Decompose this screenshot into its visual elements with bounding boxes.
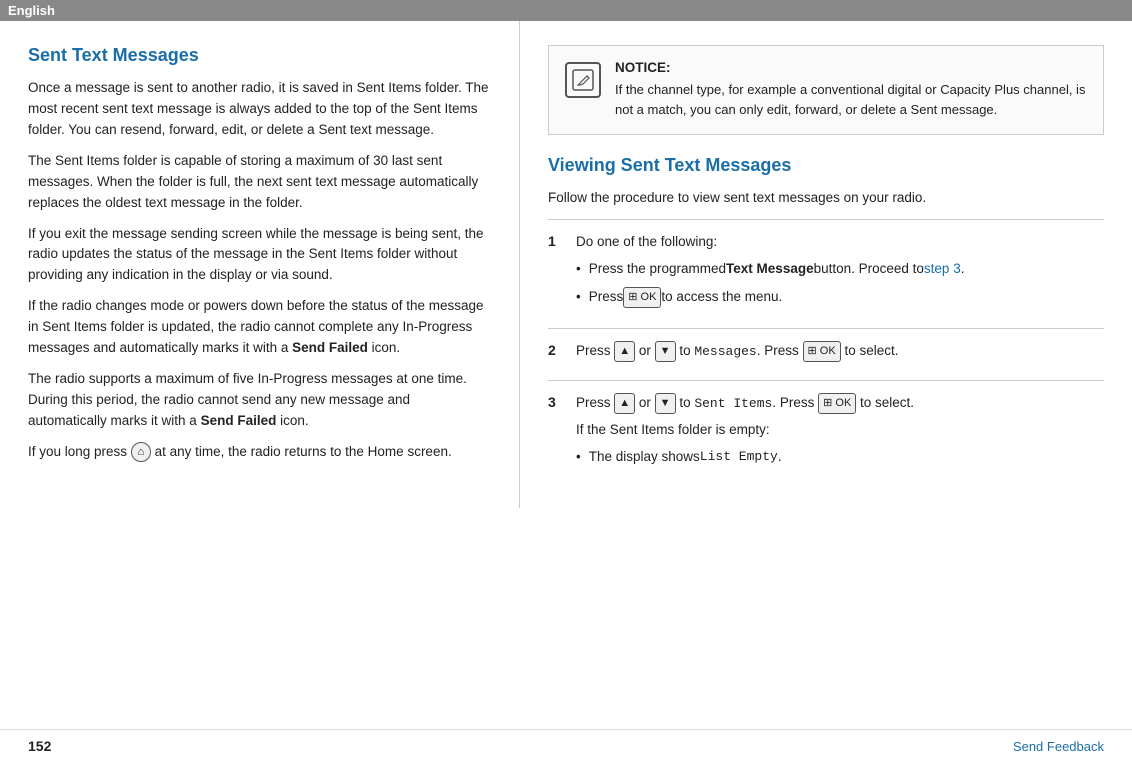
arrow-down-btn-3: ▼ [655,393,676,414]
ok-btn-icon-1: ⊞ OK [623,287,661,308]
notice-icon [565,62,601,98]
main-layout: Sent Text Messages Once a message is sen… [0,21,1132,508]
ok-btn-icon-3: ⊞ OK [818,393,856,414]
step-content-2: Press ▲ or ▼ to Messages. Press ⊞ OK to … [576,341,1104,368]
para-1: Once a message is sent to another radio,… [28,78,491,141]
steps-container: 1 Do one of the following: Press the pro… [548,219,1104,487]
arrow-up-btn-3: ▲ [614,393,635,414]
list-empty-mono: List Empty [700,447,778,467]
right-column: NOTICE: If the channel type, for example… [520,21,1132,508]
step3-empty-label: If the Sent Items folder is empty: [576,420,1104,441]
page-number: 152 [28,738,51,754]
send-failed-bold-2: Send Failed [201,413,277,428]
footer: 152 Send Feedback [0,729,1132,762]
ok-btn-icon-2: ⊞ OK [803,341,841,362]
messages-mono: Messages [694,344,756,359]
step2-text: Press ▲ or ▼ to Messages. Press ⊞ OK to … [576,341,1104,362]
arrow-up-btn-2: ▲ [614,341,635,362]
notice-text: If the channel type, for example a conve… [615,80,1087,120]
notice-label: NOTICE: [615,60,1087,75]
language-bar: English [0,0,1132,21]
sent-text-messages-title: Sent Text Messages [28,45,491,66]
step-num-2: 2 [548,341,576,358]
step3-bullet-1: The display shows List Empty. [576,447,1104,467]
language-label: English [8,3,55,18]
arrow-down-btn-2: ▼ [655,341,676,362]
step-row-1: 1 Do one of the following: Press the pro… [548,219,1104,328]
sent-items-mono: Sent Items [694,396,772,411]
para-5: The radio supports a maximum of five In-… [28,369,491,432]
step-num-3: 3 [548,393,576,410]
step1-bullet-2: Press ⊞ OK to access the menu. [576,287,1104,308]
step-content-1: Do one of the following: Press the progr… [576,232,1104,316]
step1-intro: Do one of the following: [576,232,1104,253]
left-column: Sent Text Messages Once a message is sen… [0,21,520,508]
notice-box: NOTICE: If the channel type, for example… [548,45,1104,135]
send-feedback-link[interactable]: Send Feedback [1013,739,1104,754]
para-4: If the radio changes mode or powers down… [28,296,491,359]
viewing-title: Viewing Sent Text Messages [548,155,1104,176]
viewing-intro: Follow the procedure to view sent text m… [548,188,1104,209]
step-num-1: 1 [548,232,576,249]
step3-text: Press ▲ or ▼ to Sent Items. Press ⊞ OK t… [576,393,1104,414]
step1-bullets: Press the programmed Text Message button… [576,259,1104,308]
para-2: The Sent Items folder is capable of stor… [28,151,491,214]
text-message-bold: Text Message [726,259,814,279]
step-row-2: 2 Press ▲ or ▼ to Messages. Press ⊞ OK t… [548,328,1104,380]
notice-content: NOTICE: If the channel type, for example… [615,60,1087,120]
long-press-btn-icon: ⌂ [131,442,151,462]
step3-link[interactable]: step 3 [924,259,961,279]
send-failed-bold-1: Send Failed [292,340,368,355]
step1-bullet-1: Press the programmed Text Message button… [576,259,1104,279]
step-row-3: 3 Press ▲ or ▼ to Sent Items. Press ⊞ OK… [548,380,1104,487]
step3-bullets: The display shows List Empty. [576,447,1104,467]
para-6: If you long press ⌂ at any time, the rad… [28,442,491,463]
para-3: If you exit the message sending screen w… [28,224,491,287]
step-content-3: Press ▲ or ▼ to Sent Items. Press ⊞ OK t… [576,393,1104,475]
